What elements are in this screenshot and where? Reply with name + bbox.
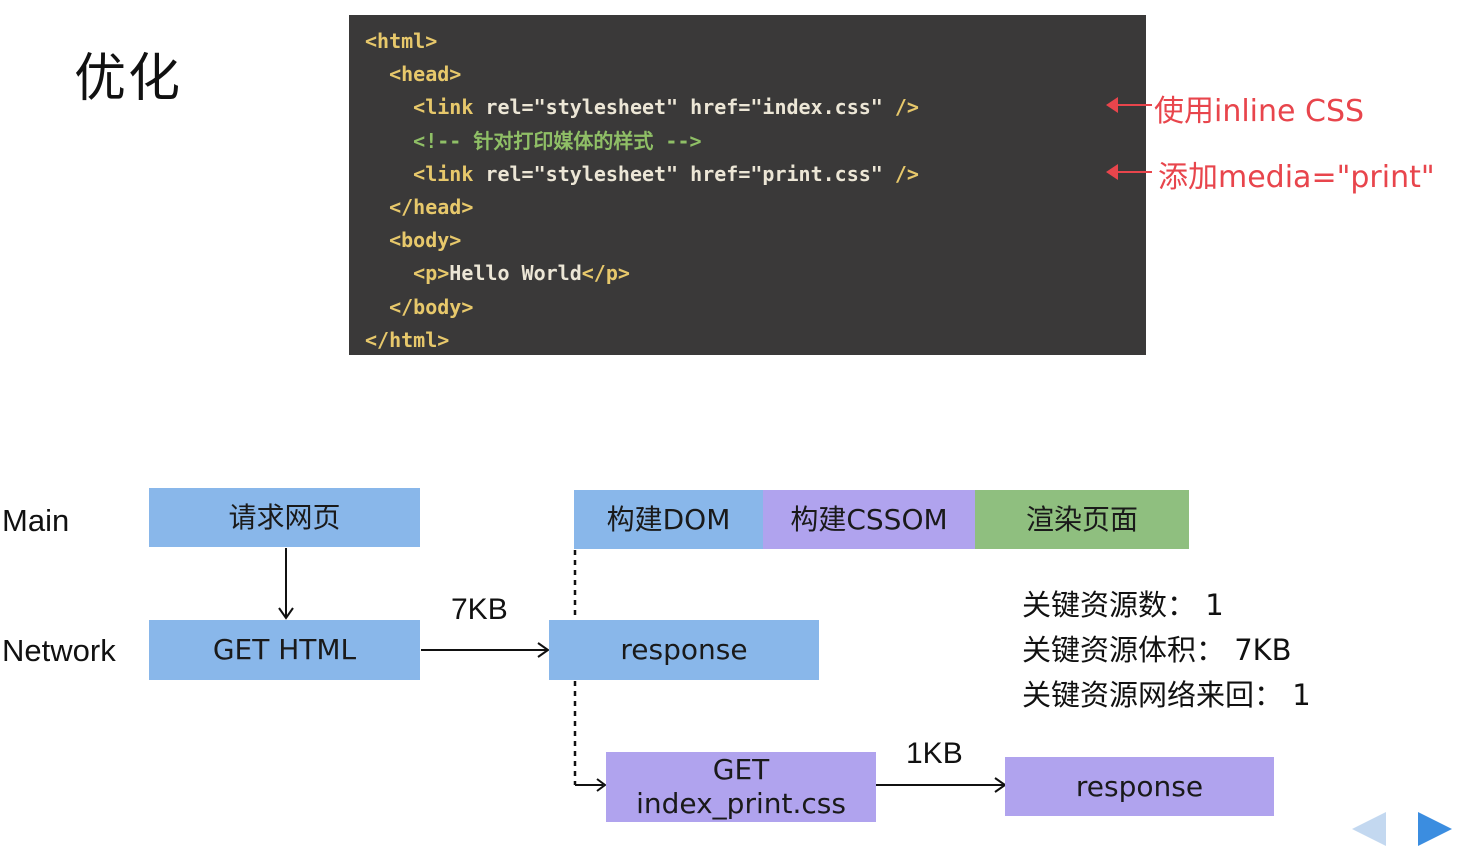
- code-line: <html>: [365, 25, 1146, 58]
- html-size-label: 7KB: [451, 593, 508, 626]
- code-token: href=: [678, 161, 751, 186]
- code-token: </html>: [365, 327, 450, 352]
- code-token: href=: [678, 95, 751, 120]
- code-line: </html>: [365, 324, 1146, 357]
- code-comment: <!-- 针对打印媒体的样式 -->: [413, 128, 702, 153]
- code-token: rel=: [473, 161, 534, 186]
- code-line: </head>: [365, 191, 1146, 224]
- code-line: <link rel="stylesheet" href="index.css" …: [365, 91, 1146, 124]
- code-token: "index.css": [750, 95, 883, 120]
- stat-critical-bytes: 关键资源体积： 7KB: [1022, 633, 1292, 667]
- code-token: </p>: [581, 261, 630, 286]
- code-token: Hello World: [449, 261, 582, 286]
- get-css-box: GET index_print.css: [606, 752, 876, 822]
- code-token: </head>: [389, 194, 474, 219]
- code-line: <head>: [365, 58, 1146, 91]
- code-line: <!-- 针对打印媒体的样式 -->: [365, 125, 1146, 158]
- annotation-arrow-inline: [1106, 97, 1152, 113]
- lane-label-main: Main: [2, 503, 70, 538]
- code-token: rel=: [473, 95, 534, 120]
- get-css-line1: GET: [712, 753, 770, 787]
- css-size-label: 1KB: [906, 737, 963, 770]
- code-token: </body>: [389, 294, 474, 319]
- code-token: <link: [413, 161, 474, 186]
- code-line: </body>: [365, 291, 1146, 324]
- lane-label-network: Network: [2, 633, 116, 668]
- code-token: <head>: [389, 62, 462, 87]
- triangle-right-icon[interactable]: [1418, 812, 1452, 846]
- code-token: "stylesheet": [533, 95, 679, 120]
- code-token: />: [882, 95, 919, 120]
- render-page-box: 渲染页面: [975, 490, 1189, 549]
- code-token: "print.css": [750, 161, 883, 186]
- code-token: <html>: [365, 29, 438, 53]
- get-css-line2: index_print.css: [636, 787, 846, 820]
- code-line: <body>: [365, 224, 1146, 257]
- build-cssom-box: 构建CSSOM: [763, 490, 975, 549]
- annotation-media-print: 添加media="print": [1158, 160, 1435, 195]
- build-dom-box: 构建DOM: [574, 490, 763, 549]
- request-page-box: 请求网页: [149, 488, 420, 547]
- response-css-box: response: [1005, 757, 1274, 816]
- code-line: <p>Hello World</p>: [365, 257, 1146, 290]
- critical-stats: 关键资源数： 1 关键资源体积： 7KB 关键资源网络来回： 1: [1022, 583, 1311, 718]
- slide: 优化 <html> <head> <link rel="stylesheet" …: [0, 0, 1480, 863]
- page-title: 优化: [74, 49, 183, 109]
- get-html-box: GET HTML: [149, 620, 420, 680]
- annotation-arrow-media: [1106, 164, 1152, 180]
- stat-critical-round-trips: 关键资源网络来回： 1: [1022, 678, 1311, 712]
- annotation-inline-css: 使用inline CSS: [1154, 94, 1365, 129]
- code-block: <html> <head> <link rel="stylesheet" hre…: [349, 15, 1146, 355]
- code-token: />: [882, 161, 919, 186]
- triangle-left-icon[interactable]: [1352, 812, 1386, 846]
- code-token: <p>: [413, 261, 450, 286]
- code-token: "stylesheet": [533, 161, 679, 186]
- stat-critical-resources: 关键资源数： 1: [1022, 588, 1224, 622]
- code-line: <link rel="stylesheet" href="print.css" …: [365, 158, 1146, 191]
- response-html-box: response: [549, 620, 819, 680]
- code-token: <body>: [389, 228, 462, 253]
- code-token: <link: [413, 95, 474, 120]
